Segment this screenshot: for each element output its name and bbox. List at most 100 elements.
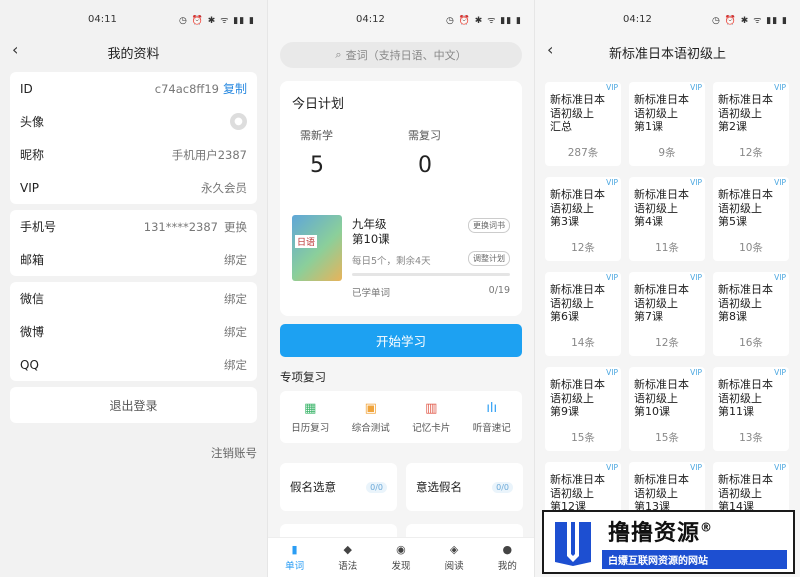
profile-navbar: ‹ 我的资料 xyxy=(0,38,267,66)
profile-row-avatar[interactable]: 头像 ● xyxy=(10,105,257,138)
calendar-icon: ▦ xyxy=(304,400,317,416)
lesson-title-line: 语初级上 xyxy=(634,201,678,215)
lesson-title-line: 语初级上 xyxy=(550,391,594,405)
lesson-card[interactable]: VIP 新标准日本 语初级上 第6课 14条 xyxy=(545,272,621,356)
lesson-title-line: 新标准日本 xyxy=(550,378,605,391)
back-icon[interactable]: ‹ xyxy=(12,40,18,59)
lesson-card[interactable]: VIP 新标准日本 语初级上 第10课 15条 xyxy=(629,367,705,451)
profile-row-qq[interactable]: QQ 绑定 xyxy=(10,348,257,381)
lesson-count: 287条 xyxy=(567,147,599,159)
copy-link[interactable]: 复制 xyxy=(223,82,247,96)
lesson-card[interactable]: VIP 新标准日本 语初级上 第5课 10条 xyxy=(713,177,789,261)
lesson-title-line: 语初级上 xyxy=(634,296,678,310)
lesson-title-line: 新标准日本 xyxy=(718,378,773,391)
lesson-card[interactable]: VIP 新标准日本 语初级上 第9课 15条 xyxy=(545,367,621,451)
change-phone-link[interactable]: 更换 xyxy=(224,220,247,234)
back-icon[interactable]: ‹ xyxy=(547,40,553,59)
vip-badge: VIP xyxy=(774,273,786,282)
review-test[interactable]: ▣ 综合测试 xyxy=(352,401,390,434)
lesson-card[interactable]: VIP 新标准日本 语初级上 第2课 12条 xyxy=(713,82,789,166)
profile-row-nickname[interactable]: 昵称 手机用户2387 xyxy=(10,138,257,171)
lesson-title: 新标准日本 语初级上 第8课 xyxy=(718,283,785,324)
book-tag: 日语 xyxy=(295,235,318,248)
lesson-title: 新标准日本 语初级上 第6课 xyxy=(550,283,617,324)
bind-wechat-button[interactable]: 绑定 xyxy=(224,291,247,307)
profile-group-contact: 手机号 131****2387 更换 邮箱 绑定 xyxy=(10,210,257,276)
meaning-to-kana-card[interactable]: 意选假名 0/0 xyxy=(406,463,523,511)
row-label: 微信 xyxy=(20,292,45,306)
vip-badge: VIP xyxy=(690,178,702,187)
start-learning-button[interactable]: 开始学习 xyxy=(280,324,522,357)
lesson-title: 新标准日本 语初级上 第3课 xyxy=(550,188,617,229)
avatar-icon[interactable]: ● xyxy=(230,113,247,130)
lesson-title-line: 语初级上 xyxy=(718,201,762,215)
tab-words[interactable]: ▮ 单词 xyxy=(285,543,304,572)
status-bar: 04:12 ◷ ⏰ ✱ ᯤ ▮▮ ▮ xyxy=(535,0,800,38)
bind-email-button[interactable]: 绑定 xyxy=(224,252,247,268)
read-icon: ◈ xyxy=(449,543,459,556)
lesson-count: 15条 xyxy=(571,432,595,444)
lesson-card[interactable]: VIP 新标准日本 语初级上 第7课 12条 xyxy=(629,272,705,356)
search-input[interactable]: ⌕ 查词（支持日语、中文） xyxy=(280,42,522,68)
lesson-card[interactable]: VIP 新标准日本 语初级上 第3课 12条 xyxy=(545,177,621,261)
bind-qq-button[interactable]: 绑定 xyxy=(224,357,247,373)
lesson-title-line: 新标准日本 xyxy=(718,188,773,201)
grammar-icon: ◆ xyxy=(343,543,352,556)
change-book-button[interactable]: 更换词书 xyxy=(468,218,510,233)
today-plan-card: 今日计划 需新学 5 需复习 0 日语 九年级 第10课 更换词书 调整计划 每… xyxy=(280,81,522,316)
lesson-title: 新标准日本 语初级上 第5课 xyxy=(718,188,785,229)
audio-icon: ılı xyxy=(486,400,498,416)
status-icons: ◷ ⏰ ✱ ᯤ ▮▮ ▮ xyxy=(446,15,522,26)
tab-me[interactable]: ● 我的 xyxy=(498,543,517,572)
lesson-title-line: 新标准日本 xyxy=(718,473,773,486)
review-words-stat: 需复习 0 xyxy=(408,127,441,178)
logout-button[interactable]: 退出登录 xyxy=(10,387,257,423)
lesson-title-line: 语初级上 xyxy=(550,486,594,500)
bind-weibo-button[interactable]: 绑定 xyxy=(224,324,247,340)
kana-right-label: 意选假名 xyxy=(416,480,462,494)
lesson-title-line: 语初级上 xyxy=(718,391,762,405)
lesson-title-line: 第4课 xyxy=(634,215,663,228)
profile-row-weibo[interactable]: 微博 绑定 xyxy=(10,315,257,348)
vip-badge: VIP xyxy=(606,463,618,472)
review-cards[interactable]: ▥ 记忆卡片 xyxy=(412,401,450,434)
lesson-count: 11条 xyxy=(655,242,679,254)
review-calendar[interactable]: ▦ 日历复习 xyxy=(291,401,329,434)
tab-reading[interactable]: ◈ 阅读 xyxy=(445,543,464,572)
lesson-title-line: 语初级上 xyxy=(550,201,594,215)
lesson-card[interactable]: VIP 新标准日本 语初级上 第1课 9条 xyxy=(629,82,705,166)
lesson-card[interactable]: VIP 新标准日本 语初级上 汇总 287条 xyxy=(545,82,621,166)
book-navbar: ‹ 新标准日本语初级上 xyxy=(535,38,800,66)
lesson-title-line: 语初级上 xyxy=(718,296,762,310)
watermark-title-text: 撸撸资源 xyxy=(608,521,701,546)
lesson-title: 新标准日本 语初级上 第11课 xyxy=(718,378,785,419)
lesson-title-line: 第7课 xyxy=(634,310,663,323)
lesson-card[interactable]: VIP 新标准日本 语初级上 第11课 13条 xyxy=(713,367,789,451)
new-words-stat: 需新学 5 xyxy=(300,127,333,178)
test-icon: ▣ xyxy=(364,400,377,416)
lesson-card[interactable]: VIP 新标准日本 语初级上 第8课 16条 xyxy=(713,272,789,356)
home-screen: 04:12 ◷ ⏰ ✱ ᯤ ▮▮ ▮ ⌕ 查词（支持日语、中文） 今日计划 需新… xyxy=(267,0,534,577)
kana-to-meaning-card[interactable]: 假名选意 0/0 xyxy=(280,463,397,511)
vip-badge: VIP xyxy=(606,368,618,377)
adjust-plan-button[interactable]: 调整计划 xyxy=(468,251,510,266)
lesson-title: 新标准日本 语初级上 第12课 xyxy=(550,473,617,514)
lesson-card[interactable]: VIP 新标准日本 语初级上 第4课 11条 xyxy=(629,177,705,261)
profile-row-email[interactable]: 邮箱 绑定 xyxy=(10,243,257,276)
book-cover[interactable]: 日语 xyxy=(292,215,342,281)
kana-left-label: 假名选意 xyxy=(290,480,336,494)
lesson-count: 15条 xyxy=(655,432,679,444)
tab-label: 语法 xyxy=(338,561,358,572)
tab-discover[interactable]: ◉ 发现 xyxy=(391,543,410,572)
page-title: 新标准日本语初级上 xyxy=(608,46,726,62)
lesson-title-line: 新标准日本 xyxy=(550,93,605,106)
lesson-title-line: 新标准日本 xyxy=(634,93,689,106)
vip-badge: VIP xyxy=(606,178,618,187)
lesson-title: 新标准日本 语初级上 第14课 xyxy=(718,473,785,514)
tab-grammar[interactable]: ◆ 语法 xyxy=(338,543,357,572)
lesson-title-line: 第10课 xyxy=(634,405,670,418)
review-audio[interactable]: ılı 听音速记 xyxy=(473,401,511,434)
profile-row-wechat[interactable]: 微信 绑定 xyxy=(10,282,257,315)
row-label: QQ xyxy=(20,357,39,372)
cancel-account-link[interactable]: 注销账号 xyxy=(211,445,257,461)
